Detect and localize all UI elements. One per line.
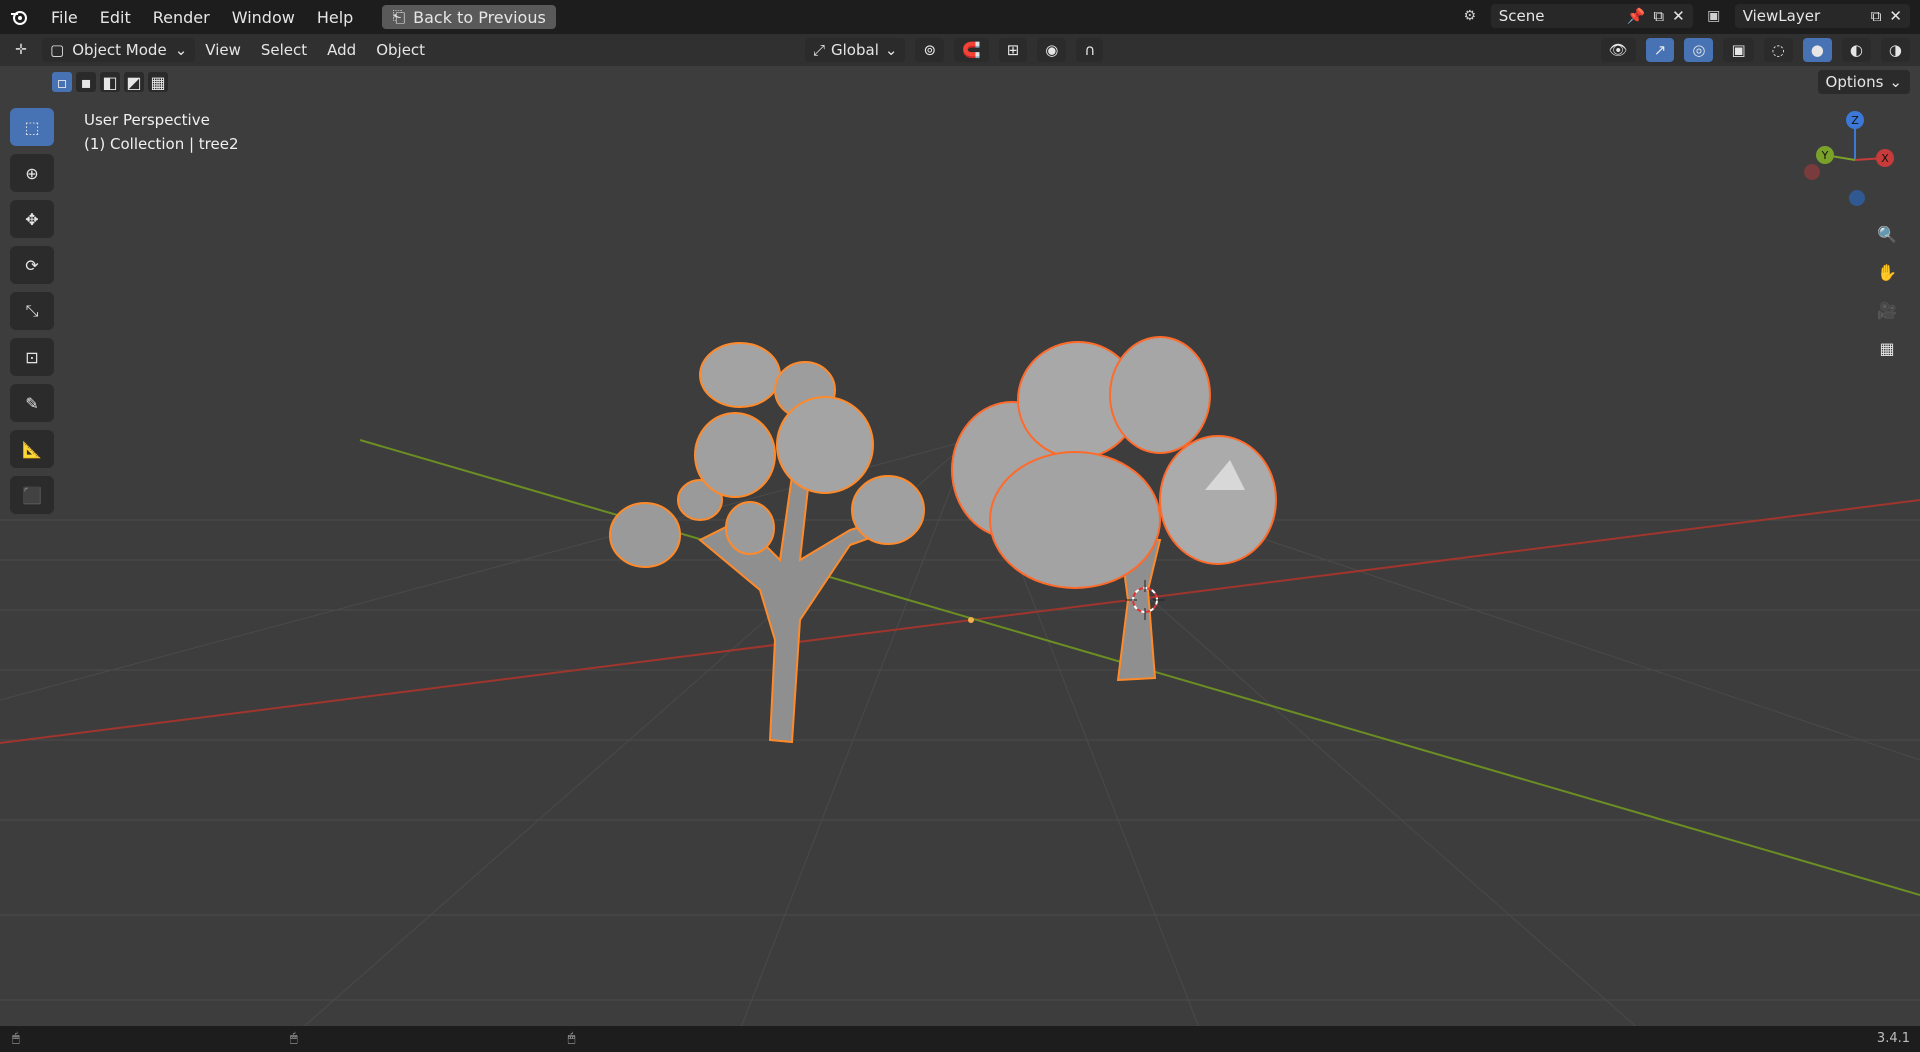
pan-hand-icon[interactable]: ✋ [1870,256,1904,288]
menu-object[interactable]: Object [366,41,435,59]
falloff-dropdown[interactable]: ∩ [1076,38,1104,62]
mouse-middle-icon: 🖱 [289,1031,298,1046]
move-tool-icon[interactable]: ✥ [10,200,54,238]
gizmo-toggle[interactable]: ↗ [1645,38,1675,62]
left-toolbar: ⬚ ⊕ ✥ ⟳ ⤡ ⊡ ✎ 📐 ⬛ [10,108,54,514]
blender-logo-icon[interactable] [8,6,30,28]
object-mode-dropdown[interactable]: ▢ Object Mode ⌄ [42,38,196,62]
transform-tool-icon[interactable]: ⊡ [10,338,54,376]
material-shading-button[interactable]: ◐ [1841,38,1871,62]
rendered-shading-button[interactable]: ◑ [1880,38,1910,62]
version-label: 3.4.1 [1876,1031,1910,1046]
view-name: User Perspective [84,111,210,129]
close-icon[interactable]: ✕ [1672,7,1685,25]
viewport-info: User Perspective (1) Collection | tree2 [84,108,239,156]
wireframe-shading-button[interactable]: ◌ [1763,38,1793,62]
chevron-down-icon: ⌄ [174,41,188,59]
visibility-dropdown[interactable]: 👁 [1600,38,1636,62]
viewlayer-selector-icon[interactable]: ▣ [1703,5,1725,27]
measure-tool-icon[interactable]: 📐 [10,430,54,468]
menu-edit[interactable]: Edit [89,4,142,31]
top-menu-bar: File Edit Render Window Help ⎗ Back to P… [0,0,1920,34]
viewlayer-name: ViewLayer [1742,7,1821,25]
mouse-right-icon: 🖱 [567,1031,576,1046]
object-mode-label: Object Mode [72,41,167,59]
viewport-display-tools: 👁 ↗ ◎ ▣ ◌ ● ◐ ◑ [1600,38,1910,62]
transform-tools: ⤢ Global ⌄ ⊚ 🧲 ⊞ ◉ ∩ [805,38,1104,62]
new-scene-icon[interactable]: ⧉ [1653,7,1664,25]
rotate-tool-icon[interactable]: ⟳ [10,246,54,284]
gizmo-x-label: X [1881,152,1889,165]
viewport-navigation: 🔍 ✋ 🎥 ▦ [1870,218,1904,364]
back-to-previous-button[interactable]: ⎗ Back to Previous [382,5,556,29]
scene-viewlayer-fields: ⚙ Scene 📌 ⧉ ✕ ▣ ViewLayer ⧉ ✕ [1459,4,1910,28]
viewlayer-field[interactable]: ViewLayer ⧉ ✕ [1734,4,1910,28]
3d-viewport[interactable] [0,0,1920,1052]
mouse-left-icon: 🖱 [12,1031,20,1046]
viewport-header: ✛ ▢ Object Mode ⌄ View Select Add Object… [0,34,1920,66]
menu-add[interactable]: Add [317,41,366,59]
transform-orientation-label: Global [831,41,879,59]
scene-name: Scene [1498,7,1545,25]
overlays-toggle[interactable]: ◎ [1684,38,1714,62]
zoom-icon[interactable]: 🔍 [1870,218,1904,250]
collection-info: (1) Collection | tree2 [84,135,239,153]
snap-toggle[interactable]: 🧲 [954,38,989,62]
navigation-gizmo[interactable]: Z Y X [1800,110,1910,220]
mouse-hints: 🖱 🖱 🖱 [12,1031,575,1046]
transform-orientation-dropdown[interactable]: ⤢ Global ⌄ [805,38,906,62]
snap-target-dropdown[interactable]: ⊞ [998,38,1028,62]
select-invert-icon[interactable]: ◩ [124,72,144,92]
options-dropdown[interactable]: Options ⌄ [1817,70,1910,94]
menu-render[interactable]: Render [142,4,221,31]
world-origin [968,617,974,623]
pin-icon[interactable]: 📌 [1627,7,1646,25]
proportional-editing-toggle[interactable]: ◉ [1037,38,1067,62]
selection-mode-buttons: ▫ ▪ ◧ ◩ ▦ [52,72,168,92]
annotate-tool-icon[interactable]: ✎ [10,384,54,422]
scene-selector-icon[interactable]: ⚙ [1459,5,1481,27]
scene-field[interactable]: Scene 📌 ⧉ ✕ [1490,4,1693,28]
chevron-down-icon: ⌄ [1889,73,1902,91]
xray-toggle[interactable]: ▣ [1723,38,1754,62]
scale-tool-icon[interactable]: ⤡ [10,292,54,330]
new-viewlayer-icon[interactable]: ⧉ [1871,7,1882,25]
menu-select[interactable]: Select [251,41,317,59]
menu-file[interactable]: File [40,4,89,31]
select-subtract-icon[interactable]: ◧ [100,72,120,92]
menu-window[interactable]: Window [221,4,306,31]
blender-window: File Edit Render Window Help ⎗ Back to P… [0,0,1920,1052]
pivot-point-dropdown[interactable]: ⊚ [915,38,945,62]
cursor-tool-icon[interactable]: ⊕ [10,154,54,192]
orientation-icon: ⤢ [813,41,826,59]
remove-viewlayer-icon[interactable]: ✕ [1889,7,1902,25]
status-bar: 🖱 🖱 🖱 3.4.1 [0,1026,1920,1052]
grid-perspective-icon[interactable]: ▦ [1870,332,1904,364]
menu-view[interactable]: View [195,41,251,59]
select-new-icon[interactable]: ▫ [52,72,72,92]
back-to-previous-label: Back to Previous [413,7,546,27]
camera-view-icon[interactable]: 🎥 [1870,294,1904,326]
options-label: Options [1825,73,1884,91]
editor-type-icon[interactable]: ✛ [10,39,32,61]
back-icon: ⎗ [392,7,406,26]
solid-shading-button[interactable]: ● [1802,38,1832,62]
gizmo-y-label: Y [1821,149,1829,162]
select-box-tool-icon[interactable]: ⬚ [10,108,54,146]
gizmo-z-label: Z [1851,114,1859,127]
object-mode-icon: ▢ [50,41,65,59]
select-extend-icon[interactable]: ▪ [76,72,96,92]
add-cube-tool-icon[interactable]: ⬛ [10,476,54,514]
select-intersect-icon[interactable]: ▦ [148,72,168,92]
menu-help[interactable]: Help [306,4,364,31]
chevron-down-icon: ⌄ [884,41,898,59]
